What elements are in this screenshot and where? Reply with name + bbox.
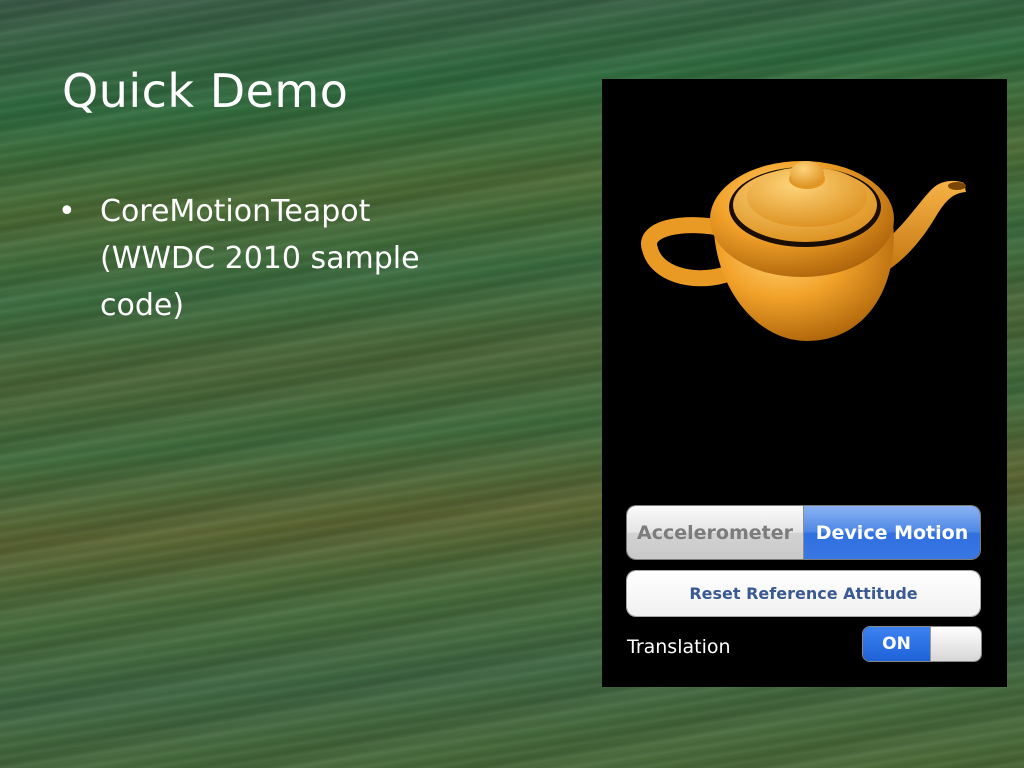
mode-segmented-control[interactable]: Accelerometer Device Motion: [627, 506, 980, 559]
translation-toggle-switch[interactable]: ON: [863, 627, 981, 661]
app-screenshot: Accelerometer Device Motion Reset Refere…: [602, 79, 1007, 687]
bullet-list: • CoreMotionTeapot (WWDC 2010 sample cod…: [58, 188, 478, 329]
bullet-dot-icon: •: [58, 194, 76, 229]
slide-background: Quick Demo • CoreMotionTeapot (WWDC 2010…: [0, 0, 1024, 768]
slide-title: Quick Demo: [62, 64, 349, 118]
switch-thumb[interactable]: [930, 627, 981, 661]
segment-accelerometer[interactable]: Accelerometer: [627, 506, 804, 559]
translation-label: Translation: [627, 636, 731, 658]
bullet-item: • CoreMotionTeapot (WWDC 2010 sample cod…: [58, 188, 478, 329]
segment-device-motion[interactable]: Device Motion: [804, 506, 980, 559]
bullet-text: CoreMotionTeapot (WWDC 2010 sample code): [100, 194, 420, 323]
reset-reference-attitude-button[interactable]: Reset Reference Attitude: [627, 571, 980, 616]
teapot-3d-render[interactable]: [602, 79, 1007, 379]
switch-on-label: ON: [863, 627, 930, 661]
